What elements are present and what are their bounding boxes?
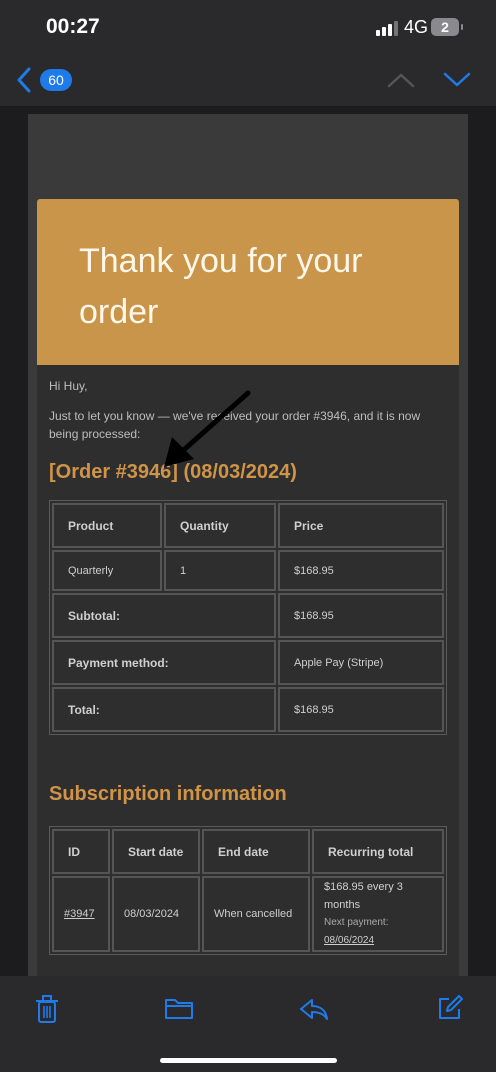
payment-method-value: Apple Pay (Stripe) [278,640,444,685]
home-indicator[interactable] [160,1058,337,1063]
signal-icon [376,20,398,36]
subscription-end: When cancelled [202,876,310,952]
table-row: Quarterly 1 $168.95 [52,550,444,591]
table-row: #3947 08/03/2024 When cancelled $168.95 … [52,876,444,952]
col-header-quantity: Quantity [164,503,276,548]
subscription-title: Subscription information [49,783,287,805]
annotation-arrow-icon [164,390,251,467]
next-payment-date: 08/06/2024 [324,935,375,946]
col-header-recurring-total: Recurring total [312,829,444,874]
battery-icon: 2 [431,18,463,36]
mail-toolbar [0,976,496,1072]
subtotal-label: Subtotal: [52,593,276,638]
subtotal-value: $168.95 [278,593,444,638]
col-header-price: Price [278,503,444,548]
item-product: Quarterly [52,550,162,591]
reply-icon[interactable] [298,996,330,1022]
chevron-down-icon[interactable] [442,68,472,92]
payment-method-label: Payment method: [52,640,276,685]
total-label: Total: [52,687,276,732]
network-type: 4G [404,17,429,37]
clock: 00:27 [46,15,100,38]
col-header-id: ID [52,829,110,874]
compose-icon[interactable] [436,994,464,1022]
table-row: Total: $168.95 [52,687,444,732]
email-header-title: Thank you for your order [79,242,363,331]
subscription-id-link[interactable]: #3947 [64,908,95,920]
recurring-total: $168.95 every 3 months [324,881,403,911]
col-header-start-date: Start date [112,829,200,874]
subscription-table: ID Start date End date Recurring total #… [49,826,447,955]
item-quantity: 1 [164,550,276,591]
email-content[interactable]: Thank you for your order Hi Huy, Just to… [28,114,468,976]
order-table: Product Quantity Price Quarterly 1 $168.… [49,500,447,735]
email-header-banner: Thank you for your order [37,199,459,365]
status-bar: 00:27 4G 2 [0,0,496,56]
order-email-card: Thank you for your order Hi Huy, Just to… [37,199,459,976]
folder-icon[interactable] [164,996,194,1020]
table-row: Subtotal: $168.95 [52,593,444,638]
unread-count-badge[interactable]: 60 [40,69,72,91]
total-value: $168.95 [278,687,444,732]
col-header-end-date: End date [202,829,310,874]
trash-icon[interactable] [34,994,60,1024]
next-payment-label: Next payment: [324,917,389,928]
chevron-up-icon[interactable] [386,68,416,92]
col-header-product: Product [52,503,162,548]
chevron-left-icon[interactable] [14,64,36,96]
mail-nav-bar: 60 [0,56,496,106]
table-row: Payment method: Apple Pay (Stripe) [52,640,444,685]
item-price: $168.95 [278,550,444,591]
subscription-start: 08/03/2024 [112,876,200,952]
